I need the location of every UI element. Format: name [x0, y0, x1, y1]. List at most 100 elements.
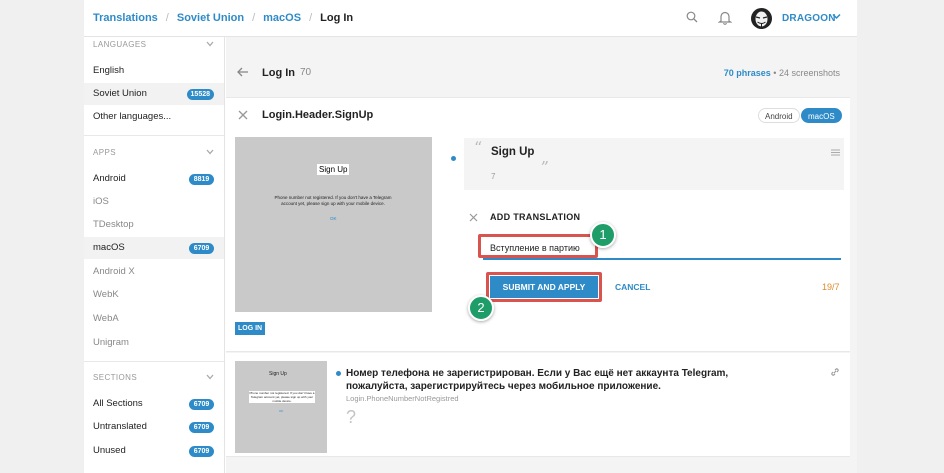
menu-icon[interactable] [831, 149, 840, 156]
screenshot-preview[interactable]: Sign Up Phone number not registered. If … [235, 137, 432, 312]
sidebar-item-label: Android X [93, 266, 135, 277]
link-icon[interactable] [830, 367, 840, 377]
sidebar-item-android[interactable]: Android 8819 [84, 168, 224, 190]
chevron-down-icon[interactable] [206, 149, 214, 155]
back-arrow-icon[interactable] [237, 67, 249, 77]
sidebar-item-unigram[interactable]: Unigram [84, 332, 224, 354]
sidebar-item-ios[interactable]: iOS [84, 191, 224, 213]
count-badge: 8819 [189, 174, 214, 185]
sidebar-item-english[interactable]: English [84, 60, 224, 82]
count-badge: 6709 [189, 446, 214, 457]
phrase-list-header: Log In 70 70 phrases • 24 screenshots [226, 59, 857, 84]
status-dot [336, 371, 341, 376]
sidebar-item-label: TDesktop [93, 219, 134, 230]
close-quote: „ [541, 148, 550, 167]
phrase-card: Login.Header.SignUp Android macOS Sign U… [226, 97, 850, 352]
translation-input[interactable] [483, 237, 841, 260]
count-badge: 6709 [189, 399, 214, 410]
step-marker-2: 2 [468, 295, 494, 321]
sidebar-item-label: Other languages... [93, 111, 172, 122]
chevron-down-icon[interactable] [832, 13, 841, 20]
sidebar-item-all-sections[interactable]: All Sections 6709 [84, 393, 224, 415]
preview-ok: OK [330, 216, 337, 221]
sidebar-item-untranslated[interactable]: Untranslated 6709 [84, 416, 224, 438]
screenshot-preview[interactable]: Sign Up Phone number not registered. If … [235, 361, 327, 453]
sidebar-item-label: WebK [93, 289, 119, 300]
close-icon[interactable] [238, 110, 248, 120]
step-marker-1: 1 [590, 222, 616, 248]
sidebar: LANGUAGES English Soviet Union 15528 Othe… [84, 37, 225, 473]
user-name[interactable]: DRAGOON [782, 13, 836, 24]
sidebar-divider [84, 135, 224, 136]
source-phrase: “ Sign Up „ 7 [464, 138, 844, 190]
breadcrumb-app[interactable]: macOS [263, 12, 301, 24]
preview-title: Sign Up [317, 164, 350, 175]
sidebar-item-label: Soviet Union [93, 88, 147, 99]
char-counter: 19/7 [822, 282, 840, 292]
preview-ok: OK [279, 409, 284, 413]
breadcrumb: Translations / Soviet Union / macOS / Log In [93, 12, 353, 24]
tag-android[interactable]: Android [758, 108, 800, 123]
phrase-card[interactable]: Sign Up Phone number not registered. If … [226, 353, 850, 457]
bell-icon[interactable] [718, 10, 732, 25]
breadcrumb-translations[interactable]: Translations [93, 12, 158, 24]
chevron-down-icon[interactable] [206, 41, 214, 47]
sidebar-languages-header: LANGUAGES [93, 40, 147, 49]
sidebar-item-label: Unigram [93, 337, 129, 348]
source-length: 7 [491, 172, 496, 181]
add-translation-label: ADD TRANSLATION [490, 212, 581, 222]
close-icon[interactable] [469, 213, 478, 222]
phrase-key: Login.PhoneNumberNotRegistred [346, 394, 459, 403]
sidebar-item-label: WebA [93, 313, 119, 324]
chevron-down-icon[interactable] [206, 374, 214, 380]
sidebar-item-label: English [93, 65, 125, 76]
phrase-key: Login.Header.SignUp [262, 109, 374, 121]
tag-macos[interactable]: macOS [801, 108, 842, 123]
sidebar-item-unused[interactable]: Unused 6709 [84, 440, 224, 462]
sidebar-item-macos[interactable]: macOS 6709 [84, 237, 224, 259]
no-translation-placeholder: ? [346, 407, 357, 427]
breadcrumb-language[interactable]: Soviet Union [177, 12, 244, 24]
status-dot [451, 156, 456, 161]
sidebar-item-android-x[interactable]: Android X [84, 261, 224, 283]
count-badge: 6709 [189, 243, 214, 254]
sidebar-item-label: All Sections [93, 398, 143, 409]
sidebar-item-soviet-union[interactable]: Soviet Union 15528 [84, 83, 224, 105]
sidebar-item-weba[interactable]: WebA [84, 308, 224, 330]
preview-title: Sign Up [269, 371, 287, 377]
sidebar-item-label: Unused [93, 445, 126, 456]
sidebar-item-webk[interactable]: WebK [84, 284, 224, 306]
top-bar: Translations / Soviet Union / macOS / Log In D… [84, 0, 857, 37]
submit-and-apply-button[interactable]: SUBMIT AND APPLY [490, 276, 598, 298]
sidebar-item-other-languages[interactable]: Other languages... [84, 106, 224, 128]
breadcrumb-separator: / [252, 12, 256, 24]
preview-text: Phone number not registered. If you don'… [274, 195, 392, 206]
count-badge: 6709 [189, 422, 214, 433]
sidebar-item-label: Untranslated [93, 421, 147, 432]
main-content: Log In 70 70 phrases • 24 screenshots Lo… [226, 37, 857, 473]
sidebar-item-label: Android [93, 173, 126, 184]
section-title: Log In [262, 67, 295, 79]
sidebar-divider [84, 361, 224, 362]
sidebar-sections-header: SECTIONS [93, 373, 138, 382]
count-badge: 15528 [186, 89, 214, 100]
screenshots-count: 24 screenshots [778, 68, 840, 78]
sidebar-apps-header: APPS [93, 148, 116, 157]
stats-separator: • [773, 68, 777, 78]
avatar[interactable] [751, 8, 772, 29]
breadcrumb-separator: / [309, 12, 313, 24]
sidebar-item-label: iOS [93, 196, 109, 207]
screen-login-button[interactable]: LOG IN [235, 322, 266, 335]
guy-fawkes-mask-icon [755, 11, 768, 27]
source-text: Sign Up [491, 146, 535, 158]
section-count: 70 [300, 67, 312, 78]
app-window: Translations / Soviet Union / macOS / Log In D… [84, 0, 857, 473]
search-icon[interactable] [686, 11, 698, 23]
sidebar-item-label: macOS [93, 242, 125, 253]
sidebar-item-tdesktop[interactable]: TDesktop [84, 214, 224, 236]
breadcrumb-separator: / [165, 12, 169, 24]
open-quote: “ [474, 138, 483, 157]
breadcrumb-current: Log In [320, 12, 354, 24]
cancel-button[interactable]: CANCEL [615, 282, 650, 292]
phrases-count-link[interactable]: 70 phrases [724, 68, 771, 78]
